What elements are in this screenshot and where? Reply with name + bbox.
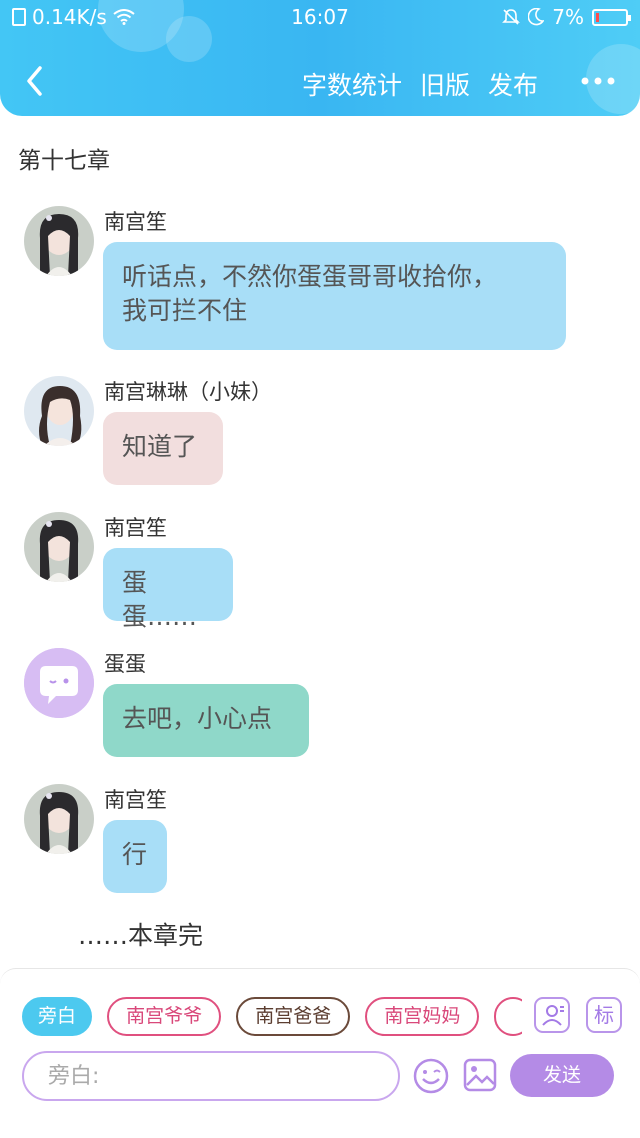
nav-actions: 字数统计 旧版 发布 (302, 66, 538, 102)
publish-button[interactable]: 发布 (488, 66, 538, 102)
message-text-line: 行 (122, 840, 148, 869)
girl-avatar[interactable] (24, 206, 94, 276)
message-bubble[interactable]: 蛋蛋…… (103, 548, 233, 631)
speaker-name: 南宫琳琳（小妹） (104, 380, 272, 404)
speaker-name: 南宫笙 (104, 210, 167, 234)
speaker-name: 蛋蛋 (104, 652, 146, 676)
emoji-icon[interactable] (413, 1058, 449, 1094)
status-right: 7% (502, 5, 631, 29)
message-text-line: 知道了 (122, 432, 198, 461)
tag-icon[interactable]: 标 (586, 997, 622, 1033)
role-chip-grandpa[interactable]: 南宫爷爷 (107, 997, 222, 1036)
message-bubble[interactable]: 听话点，不然你蛋蛋哥哥收拾你， 我可拦不住 (103, 242, 566, 350)
more-icon[interactable] (580, 74, 616, 88)
app-header: 0.14K/s 16:07 7% 字数统计 旧版 发布 (0, 0, 640, 116)
battery-percent: 7% (552, 5, 584, 29)
chapter-title: 第十七章 (18, 148, 110, 174)
message-text-line: 我可拦不住 (122, 296, 248, 325)
message-bubble[interactable]: 行 (103, 820, 167, 893)
moon-icon (528, 8, 545, 26)
back-icon[interactable] (22, 64, 52, 98)
message-text-line: 听话点，不然你蛋蛋哥哥收拾你， (122, 262, 498, 291)
girl-avatar[interactable] (24, 512, 94, 582)
chapter-end-text: ……本章完 (78, 921, 204, 950)
nav-bar: 字数统计 旧版 发布 (0, 54, 640, 110)
send-button[interactable]: 发送 (510, 1054, 614, 1097)
role-chips: 旁白 南宫爷爷 南宫爸爸 南宫妈妈 (22, 997, 522, 1037)
old-version-button[interactable]: 旧版 (420, 66, 470, 102)
role-chip-mom[interactable]: 南宫妈妈 (365, 997, 480, 1036)
message-bubble[interactable]: 知道了 (103, 412, 223, 485)
girl-avatar[interactable] (24, 784, 94, 854)
battery-icon (592, 8, 631, 26)
chat-bubble-avatar[interactable] (24, 648, 94, 718)
speaker-name: 南宫笙 (104, 516, 167, 540)
message-text-line: 蛋蛋…… (122, 568, 198, 631)
message-bubble[interactable]: 去吧，小心点 (103, 684, 309, 757)
status-bar: 0.14K/s 16:07 7% (0, 0, 640, 36)
girl-avatar-2[interactable] (24, 376, 94, 446)
image-icon[interactable] (463, 1058, 497, 1092)
add-role-icon[interactable] (534, 997, 570, 1033)
word-count-button[interactable]: 字数统计 (302, 66, 402, 102)
tag-label: 标 (594, 1003, 614, 1027)
mute-bell-icon (502, 9, 521, 25)
role-chip-partial[interactable] (494, 997, 522, 1036)
compose-panel: 旁白 南宫爷爷 南宫爸爸 南宫妈妈 标 发送 (0, 968, 640, 1138)
message-input[interactable] (22, 1051, 400, 1101)
role-chip-dad[interactable]: 南宫爸爸 (236, 997, 351, 1036)
speaker-name: 南宫笙 (104, 788, 167, 812)
role-chip-narrator[interactable]: 旁白 (22, 997, 93, 1036)
message-text-line: 去吧，小心点 (122, 704, 273, 733)
